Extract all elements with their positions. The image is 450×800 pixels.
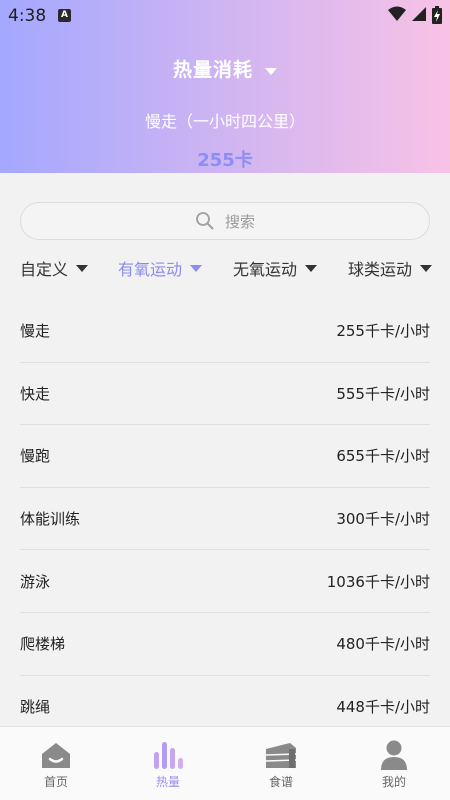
calorie-value: 255卡 [197,150,253,171]
chevron-down-icon [305,264,318,272]
list-item[interactable]: 爬楼梯 480千卡/小时 [20,613,430,676]
wifi-icon [387,6,406,21]
list-item[interactable]: 游泳 1036千卡/小时 [20,550,430,613]
tab-recipes[interactable]: 食谱 [225,727,337,800]
status-icons [387,6,442,24]
activity-calories: 555千卡/小时 [336,384,430,403]
home-icon [42,743,70,768]
activity-name: 慢跑 [20,447,51,466]
list-item[interactable]: 慢跑 655千卡/小时 [20,425,430,488]
activity-name: 快走 [20,384,51,403]
chevron-down-icon [190,264,203,272]
list-item[interactable]: 体能训练 300千卡/小时 [20,488,430,551]
bar-chart-icon [154,742,183,769]
list-item[interactable]: 快走 555千卡/小时 [20,363,430,426]
battery-icon [432,6,442,24]
activity-name: 跳绳 [20,697,51,716]
status-bar: 4:38 A [0,0,450,32]
category-ball-sports[interactable]: 球类运动 [348,256,433,280]
category-label: 无氧运动 [233,260,298,279]
activity-name: 慢走 [20,322,51,341]
category-label: 有氧运动 [118,260,183,279]
activity-name: 体能训练 [20,510,81,529]
tab-calories[interactable]: 热量 [112,727,224,800]
activity-name: 爬楼梯 [20,635,66,654]
tab-label: 热量 [155,775,180,789]
search-placeholder: 搜索 [224,212,255,231]
tab-label: 我的 [381,775,406,789]
signal-icon [411,7,426,21]
status-time: 4:38 [8,6,47,26]
activity-calories: 1036千卡/小时 [326,572,430,591]
tab-home[interactable]: 首页 [0,727,112,800]
tab-label: 首页 [43,775,68,789]
category-tabs: 自定义 有氧运动 无氧运动 球类运动 [20,256,440,284]
selected-activity: 慢走（一小时四公里） [144,112,305,131]
page-title: 热量消耗 [172,59,253,81]
tab-label: 食谱 [268,775,293,789]
search-icon [196,212,214,230]
category-label: 自定义 [20,260,69,279]
chevron-down-icon [76,264,89,272]
bottom-tab-bar: 首页 热量 食谱 我的 [0,726,450,800]
activity-calories: 255千卡/小时 [336,322,430,341]
category-custom[interactable]: 自定义 [20,256,89,280]
activity-calories: 480千卡/小时 [336,635,430,654]
chevron-down-icon [420,264,433,272]
chevron-down-icon [265,68,277,75]
tab-profile[interactable]: 我的 [338,727,450,800]
search-input[interactable]: 搜索 [20,202,430,240]
user-icon [381,740,407,770]
list-item[interactable]: 慢走 255千卡/小时 [20,300,430,363]
title-selector[interactable]: 热量消耗 [0,55,450,82]
notification-badge: A [58,9,71,22]
cake-icon [265,743,297,768]
category-label: 球类运动 [348,260,413,279]
activity-calories: 300千卡/小时 [336,510,430,529]
header: 4:38 A 热量消耗 慢走（一小时四公里） 255卡 [0,0,450,173]
activity-calories: 448千卡/小时 [336,697,430,716]
activity-calories: 655千卡/小时 [336,447,430,466]
category-anaerobic[interactable]: 无氧运动 [233,256,318,280]
activity-list: 慢走 255千卡/小时 快走 555千卡/小时 慢跑 655千卡/小时 体能训练… [20,300,430,739]
category-aerobic[interactable]: 有氧运动 [118,256,203,280]
activity-name: 游泳 [20,572,51,591]
